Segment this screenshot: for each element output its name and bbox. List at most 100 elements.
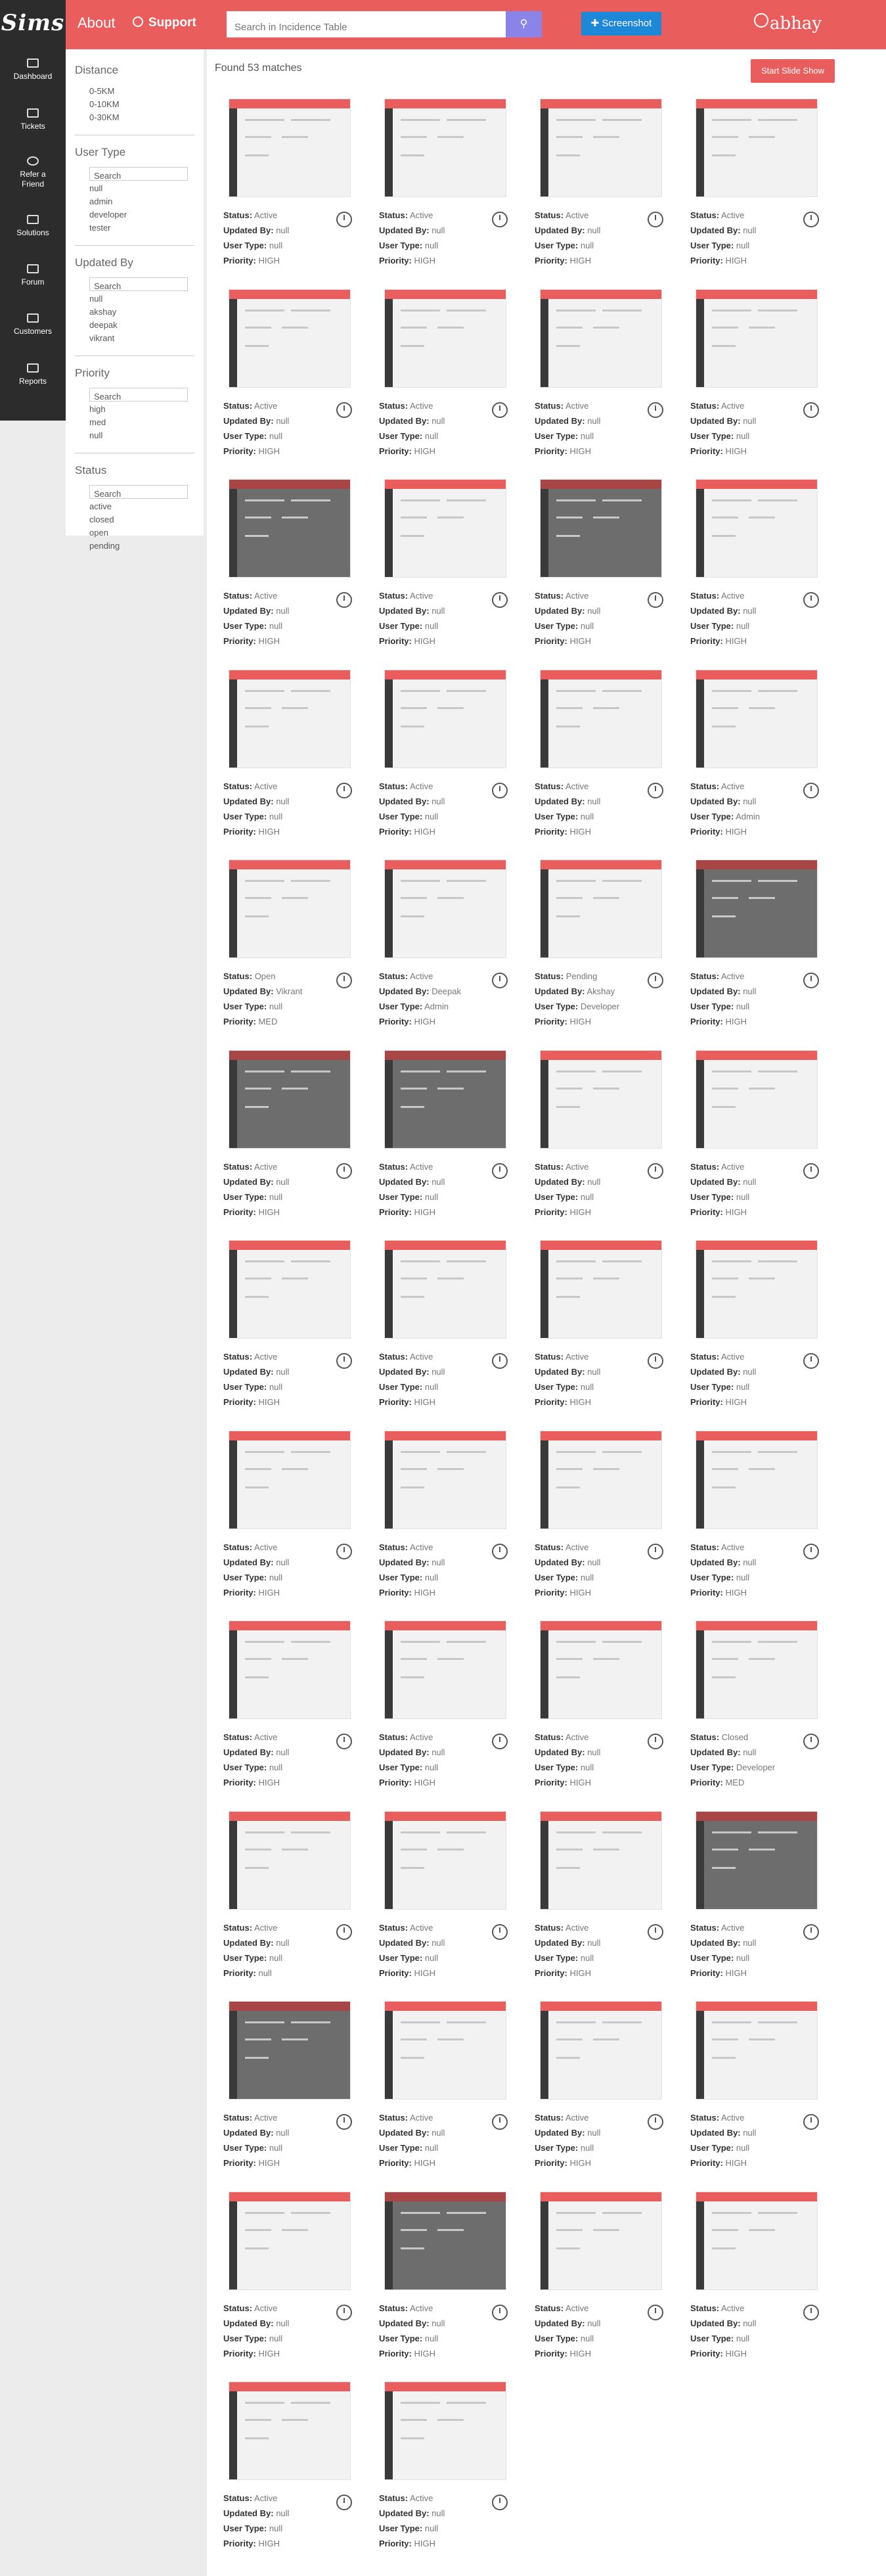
result-card[interactable]: Status: Active Updated By: null User Type:…	[535, 2001, 666, 2168]
result-card[interactable]: Status: Closed Updated By: null User Type:…	[690, 1621, 822, 1787]
history-icon[interactable]	[336, 1734, 352, 1749]
screenshot-thumbnail[interactable]	[229, 1240, 351, 1339]
result-card[interactable]: Status: Active Updated By: Deepak User Typ…	[379, 860, 510, 1026]
history-icon[interactable]	[336, 212, 352, 227]
history-icon[interactable]	[336, 402, 352, 418]
filter-option[interactable]: deepak	[75, 319, 194, 332]
history-icon[interactable]	[492, 402, 508, 418]
filter-search-input[interactable]: Search	[89, 388, 188, 402]
result-card[interactable]: Status: Active Updated By: null User Type:…	[223, 1240, 355, 1407]
filter-option[interactable]: med	[75, 416, 194, 429]
filter-option[interactable]: null	[75, 182, 194, 195]
filter-option[interactable]: vikrant	[75, 332, 194, 345]
screenshot-thumbnail[interactable]	[384, 1811, 506, 1910]
filter-option[interactable]: null	[75, 429, 194, 442]
history-icon[interactable]	[803, 973, 819, 988]
result-card[interactable]: Status: Active Updated By: null User Type:…	[690, 1431, 822, 1598]
history-icon[interactable]	[648, 783, 663, 798]
result-card[interactable]: Status: Active Updated By: null User Type:…	[690, 2192, 822, 2358]
nav-about-link[interactable]: About	[78, 14, 116, 32]
screenshot-thumbnail[interactable]	[696, 1621, 818, 1719]
filter-option[interactable]: tester	[75, 221, 194, 235]
history-icon[interactable]	[492, 212, 508, 227]
history-icon[interactable]	[336, 973, 352, 988]
screenshot-thumbnail[interactable]	[384, 289, 506, 388]
result-card[interactable]: Status: Active Updated By: null User Type:…	[379, 1240, 510, 1407]
result-card[interactable]: Status: Open Updated By: Vikrant User Type…	[223, 860, 355, 1026]
rail-item-forum[interactable]: Forum	[0, 264, 66, 287]
result-card[interactable]: Status: Active Updated By: null User Type:…	[535, 1050, 666, 1217]
history-icon[interactable]	[492, 2114, 508, 2130]
result-card[interactable]: Status: Active Updated By: null User Type:…	[690, 860, 822, 1026]
result-card[interactable]: Status: Active Updated By: null User Type:…	[535, 1240, 666, 1407]
screenshot-thumbnail[interactable]	[696, 2192, 818, 2290]
screenshot-thumbnail[interactable]	[540, 2192, 662, 2290]
screenshot-thumbnail[interactable]	[696, 670, 818, 768]
result-card[interactable]: Status: Active Updated By: null User Type:…	[535, 1621, 666, 1787]
rail-item-dashboard[interactable]: Dashboard	[0, 58, 66, 81]
filter-option[interactable]: 0-10KM	[75, 98, 194, 111]
result-card[interactable]: Status: Active Updated By: null User Type:…	[223, 670, 355, 837]
result-card[interactable]: Status: Active Updated By: null User Type:…	[223, 2001, 355, 2168]
screenshot-thumbnail[interactable]	[384, 1621, 506, 1719]
filter-option[interactable]: admin	[75, 195, 194, 208]
result-card[interactable]: Status: Active Updated By: null User Type:…	[379, 1050, 510, 1217]
result-card[interactable]: Status: Active Updated By: null User Type:…	[223, 289, 355, 456]
start-slideshow-button[interactable]: Start Slide Show	[751, 59, 835, 83]
history-icon[interactable]	[492, 973, 508, 988]
screenshot-thumbnail[interactable]	[540, 479, 662, 578]
screenshot-thumbnail[interactable]	[229, 479, 351, 578]
screenshot-thumbnail[interactable]	[696, 289, 818, 388]
filter-option[interactable]: akshay	[75, 306, 194, 319]
result-card[interactable]: Status: Active Updated By: null User Type:…	[379, 1431, 510, 1598]
result-card[interactable]: Status: Active Updated By: null User Type:…	[690, 2001, 822, 2168]
screenshot-thumbnail[interactable]	[229, 860, 351, 958]
result-card[interactable]: Status: Active Updated By: null User Type:…	[535, 670, 666, 837]
screenshot-thumbnail[interactable]	[696, 1050, 818, 1149]
screenshot-thumbnail[interactable]	[696, 1240, 818, 1339]
filter-option[interactable]: closed	[75, 513, 194, 526]
history-icon[interactable]	[803, 2305, 819, 2320]
result-card[interactable]: Status: Active Updated By: null User Type:…	[690, 1811, 822, 1978]
history-icon[interactable]	[492, 2305, 508, 2320]
screenshot-thumbnail[interactable]	[540, 1050, 662, 1149]
screenshot-thumbnail[interactable]	[384, 2381, 506, 2480]
history-icon[interactable]	[336, 1353, 352, 1369]
screenshot-thumbnail[interactable]	[229, 2381, 351, 2480]
filter-option[interactable]: 0-30KM	[75, 111, 194, 124]
history-icon[interactable]	[336, 2495, 352, 2510]
result-card[interactable]: Status: Active Updated By: null User Type:…	[690, 1050, 822, 1217]
screenshot-thumbnail[interactable]	[696, 479, 818, 578]
screenshot-thumbnail[interactable]	[540, 99, 662, 197]
history-icon[interactable]	[336, 1924, 352, 1940]
filter-option[interactable]: null	[75, 292, 194, 306]
history-icon[interactable]	[336, 2305, 352, 2320]
screenshot-thumbnail[interactable]	[540, 289, 662, 388]
filter-search-input[interactable]: Search	[89, 167, 188, 181]
screenshot-thumbnail[interactable]	[696, 860, 818, 958]
screenshot-thumbnail[interactable]	[384, 860, 506, 958]
result-card[interactable]: Status: Active Updated By: null User Type:…	[379, 99, 510, 265]
result-card[interactable]: Status: Active Updated By: null User Type:…	[535, 2192, 666, 2358]
history-icon[interactable]	[803, 783, 819, 798]
nav-support-link[interactable]: Support	[133, 16, 196, 30]
result-card[interactable]: Status: Active Updated By: null User Type:…	[690, 1240, 822, 1407]
history-icon[interactable]	[803, 1163, 819, 1179]
result-card[interactable]: Status: Active Updated By: null User Type:…	[690, 99, 822, 265]
screenshot-thumbnail[interactable]	[540, 1811, 662, 1910]
rail-item-solutions[interactable]: Solutions	[0, 215, 66, 238]
screenshot-thumbnail[interactable]	[540, 1431, 662, 1529]
screenshot-thumbnail[interactable]	[229, 289, 351, 388]
history-icon[interactable]	[492, 1734, 508, 1749]
screenshot-thumbnail[interactable]	[696, 1431, 818, 1529]
result-card[interactable]: Status: Active Updated By: null User Type:…	[690, 289, 822, 456]
screenshot-thumbnail[interactable]	[384, 1431, 506, 1529]
filter-search-input[interactable]: Search	[89, 485, 188, 499]
screenshot-thumbnail[interactable]	[229, 1621, 351, 1719]
history-icon[interactable]	[336, 592, 352, 608]
history-icon[interactable]	[648, 402, 663, 418]
screenshot-thumbnail[interactable]	[229, 2192, 351, 2290]
rail-item-tickets[interactable]: Tickets	[0, 108, 66, 131]
screenshot-thumbnail[interactable]	[696, 99, 818, 197]
screenshot-thumbnail[interactable]	[229, 99, 351, 197]
